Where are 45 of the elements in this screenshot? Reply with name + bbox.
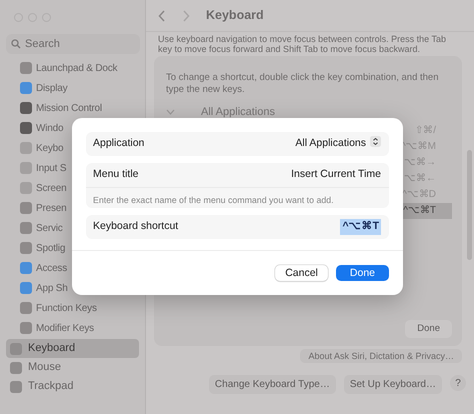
- back-icon[interactable]: [158, 10, 166, 22]
- keyboard-button[interactable]: Set Up Keyboard…: [344, 375, 442, 394]
- sidebar-item[interactable]: Mission Control: [36, 100, 102, 116]
- sidebar-item[interactable]: Servic: [36, 220, 63, 236]
- sidebar-item[interactable]: Mouse: [6, 358, 139, 377]
- instruction-text: To change a shortcut, double click the key combination, and then type the new keys.: [166, 72, 440, 96]
- device-icon: [10, 342, 22, 354]
- scrollbar[interactable]: [467, 150, 472, 260]
- description-text: Use keyboard navigation to move focus between controls. Press the Tab key to move focus forward and Shift Tab to move focus backward.: [157, 33, 447, 56]
- about-button[interactable]: About Ask Siri, Dictation & Privacy…: [300, 349, 462, 363]
- group-label: All Applications: [201, 105, 275, 120]
- search-field[interactable]: Search: [6, 34, 140, 54]
- sidebar-item[interactable]: Access: [36, 260, 68, 276]
- sidebar-item[interactable]: Modifier Keys: [36, 320, 94, 336]
- window-title: Keyboard: [206, 7, 264, 24]
- help-button[interactable]: ?: [450, 375, 466, 391]
- sidebar-item[interactable]: Presen: [36, 200, 66, 216]
- device-icon: [10, 362, 22, 374]
- sidebar-item[interactable]: Function Keys: [36, 300, 97, 316]
- cancel-button[interactable]: Cancel: [275, 265, 328, 281]
- field-label: Menu title: [93, 167, 139, 182]
- sidebar-item[interactable]: Input S: [36, 160, 66, 176]
- sidebar-item[interactable]: App Sh: [36, 280, 68, 296]
- keyboard-button[interactable]: Change Keyboard Type…: [208, 375, 336, 394]
- sidebar-item[interactable]: Keyboard: [6, 339, 139, 358]
- sidebar-item[interactable]: Spotlig: [36, 240, 66, 256]
- sidebar-item[interactable]: Windo: [36, 120, 64, 136]
- up-down-icon: [370, 136, 381, 148]
- shortcut-field[interactable]: ^⌥⌘T: [340, 219, 381, 235]
- chevron-icon[interactable]: [166, 109, 175, 116]
- application-popup[interactable]: All Applications: [295, 136, 381, 152]
- field-label: Keyboard shortcut: [93, 219, 178, 234]
- sidebar-item[interactable]: Screen: [36, 180, 66, 196]
- sidebar-item[interactable]: Keybo: [36, 140, 64, 156]
- done-button[interactable]: Done: [405, 320, 452, 338]
- forward-icon[interactable]: [182, 10, 190, 22]
- application-field[interactable]: Application All Applications: [86, 132, 389, 156]
- menu-title-field[interactable]: Insert Current Time: [291, 167, 381, 183]
- hint-text: Enter the exact name of the menu command you want to add.: [86, 187, 389, 208]
- sidebar-item[interactable]: Trackpad: [6, 377, 139, 396]
- field-label: Application: [93, 136, 144, 152]
- sidebar-item[interactable]: Display: [36, 80, 68, 96]
- device-icon: [10, 380, 22, 392]
- done-button[interactable]: Done: [336, 265, 389, 281]
- sidebar-item[interactable]: Launchpad & Dock: [36, 60, 118, 76]
